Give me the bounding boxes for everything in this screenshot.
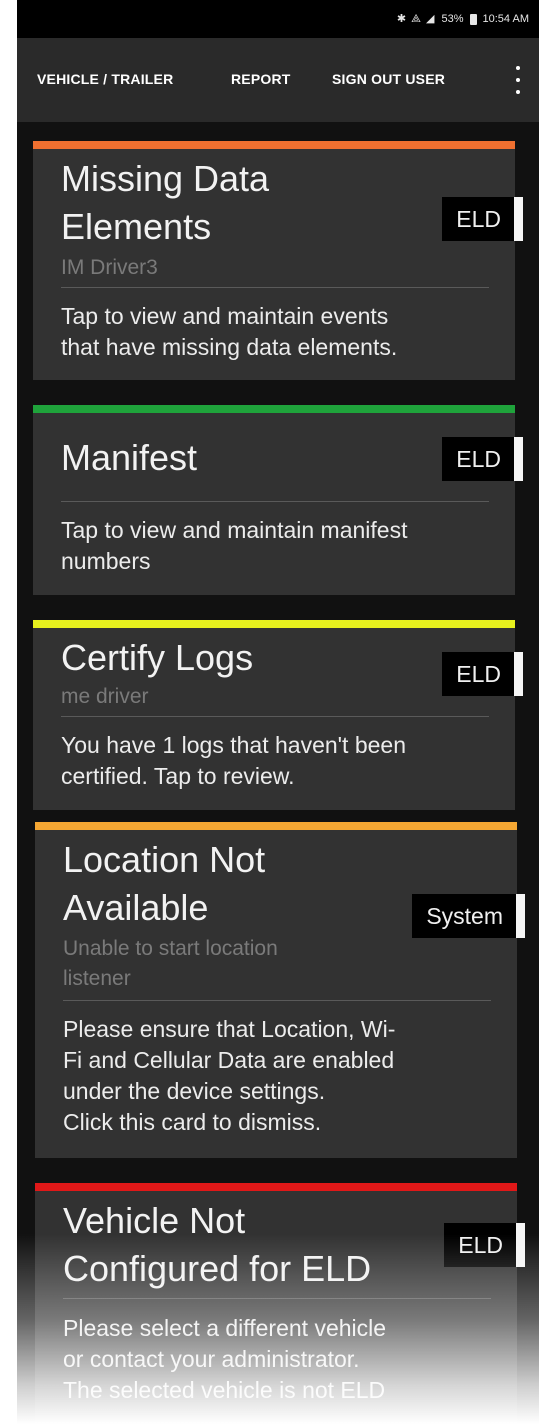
card-title: Missing Data Elements — [61, 155, 269, 251]
card-missing-data-elements[interactable]: Missing Data Elements IM Driver3 Tap to … — [33, 141, 523, 380]
card-body: Tap to view and maintain events that hav… — [61, 301, 501, 363]
card-body: You have 1 logs that haven't been certif… — [61, 730, 501, 792]
card-divider — [63, 1298, 491, 1299]
card-divider — [61, 716, 489, 717]
card-body-line: Click this card to dismiss. — [63, 1109, 322, 1135]
card-body: Please ensure that Location, Wi- Fi and … — [63, 1014, 503, 1138]
card-subtitle: me driver — [61, 685, 149, 708]
source-tag: ELD — [442, 197, 523, 241]
card-body-line: under the device settings. — [63, 1078, 326, 1104]
card-body-line: Please ensure that Location, Wi- — [63, 1016, 396, 1042]
card-title-line: Available — [63, 887, 209, 928]
card-stripe — [33, 620, 515, 628]
card-divider — [63, 1000, 491, 1001]
card-body-line: that have missing data elements. — [61, 334, 398, 360]
card-body-line: The selected vehicle is not ELD — [63, 1377, 386, 1403]
status-icons: ✱ ⟁ ◢ — [396, 13, 436, 25]
report-button[interactable]: REPORT — [231, 71, 291, 87]
card-title-line: Configured for ELD — [63, 1248, 372, 1289]
clock: 10:54 AM — [482, 13, 529, 25]
card-subtitle: Unable to start location listener — [63, 934, 278, 994]
battery-level: 53% — [441, 13, 464, 25]
card-title-line: Location Not — [63, 839, 266, 880]
card-body-line: Fi and Cellular Data are enabled — [63, 1047, 395, 1073]
card-subtitle-line: Unable to start location — [63, 937, 278, 960]
card-manifest[interactable]: Manifest Tap to view and maintain manife… — [33, 405, 523, 595]
card-stripe — [35, 1183, 517, 1191]
battery-icon — [469, 13, 477, 25]
card-title: Manifest — [61, 437, 198, 478]
card-divider — [61, 501, 489, 502]
card-title-line: Vehicle Not — [63, 1200, 246, 1241]
sign-out-user-button[interactable]: SIGN OUT USER — [332, 71, 445, 87]
source-tag: System — [412, 894, 525, 938]
card-body-line: Please select a different vehicle — [63, 1315, 387, 1341]
card-body: Please select a different vehicle or con… — [63, 1313, 503, 1406]
card-stripe — [35, 822, 517, 830]
card-body: Tap to view and maintain manifest number… — [61, 515, 501, 577]
card-divider — [61, 287, 489, 288]
card-stripe — [33, 405, 515, 413]
card-body-line: You have 1 logs that haven't been — [61, 732, 406, 758]
phone-screen: ✱ ⟁ ◢ 53% 10:54 AM VEHICLE / TRAILER REP… — [17, 0, 539, 1424]
card-title-line: Elements — [61, 206, 212, 247]
card-title: Certify Logs — [61, 637, 254, 678]
card-body-line: or contact your administrator. — [63, 1346, 360, 1372]
card-title-line: Missing Data — [61, 158, 270, 199]
card-subtitle-line: listener — [63, 967, 131, 990]
card-title: Location Not Available — [63, 836, 265, 932]
card-body-line: Tap to view and maintain events — [61, 303, 389, 329]
app-bar: VEHICLE / TRAILER REPORT SIGN OUT USER — [17, 38, 539, 122]
card-subtitle: IM Driver3 — [61, 256, 158, 279]
card-location-not-available[interactable]: Location Not Available Unable to start l… — [35, 822, 525, 1158]
card-title: Vehicle Not Configured for ELD — [63, 1197, 371, 1293]
card-vehicle-not-configured[interactable]: Vehicle Not Configured for ELD Please se… — [35, 1183, 525, 1424]
vehicle-trailer-button[interactable]: VEHICLE / TRAILER — [37, 71, 173, 87]
card-body-line: certified. Tap to review. — [61, 763, 295, 789]
status-bar: ✱ ⟁ ◢ 53% 10:54 AM — [17, 0, 539, 38]
source-tag: ELD — [444, 1223, 525, 1267]
more-vert-icon[interactable] — [513, 66, 523, 94]
source-tag: ELD — [442, 437, 523, 481]
card-stripe — [33, 141, 515, 149]
card-body-line: Tap to view and maintain manifest — [61, 517, 408, 543]
card-body-line: numbers — [61, 548, 151, 574]
card-certify-logs[interactable]: Certify Logs me driver You have 1 logs t… — [33, 620, 523, 810]
source-tag: ELD — [442, 652, 523, 696]
